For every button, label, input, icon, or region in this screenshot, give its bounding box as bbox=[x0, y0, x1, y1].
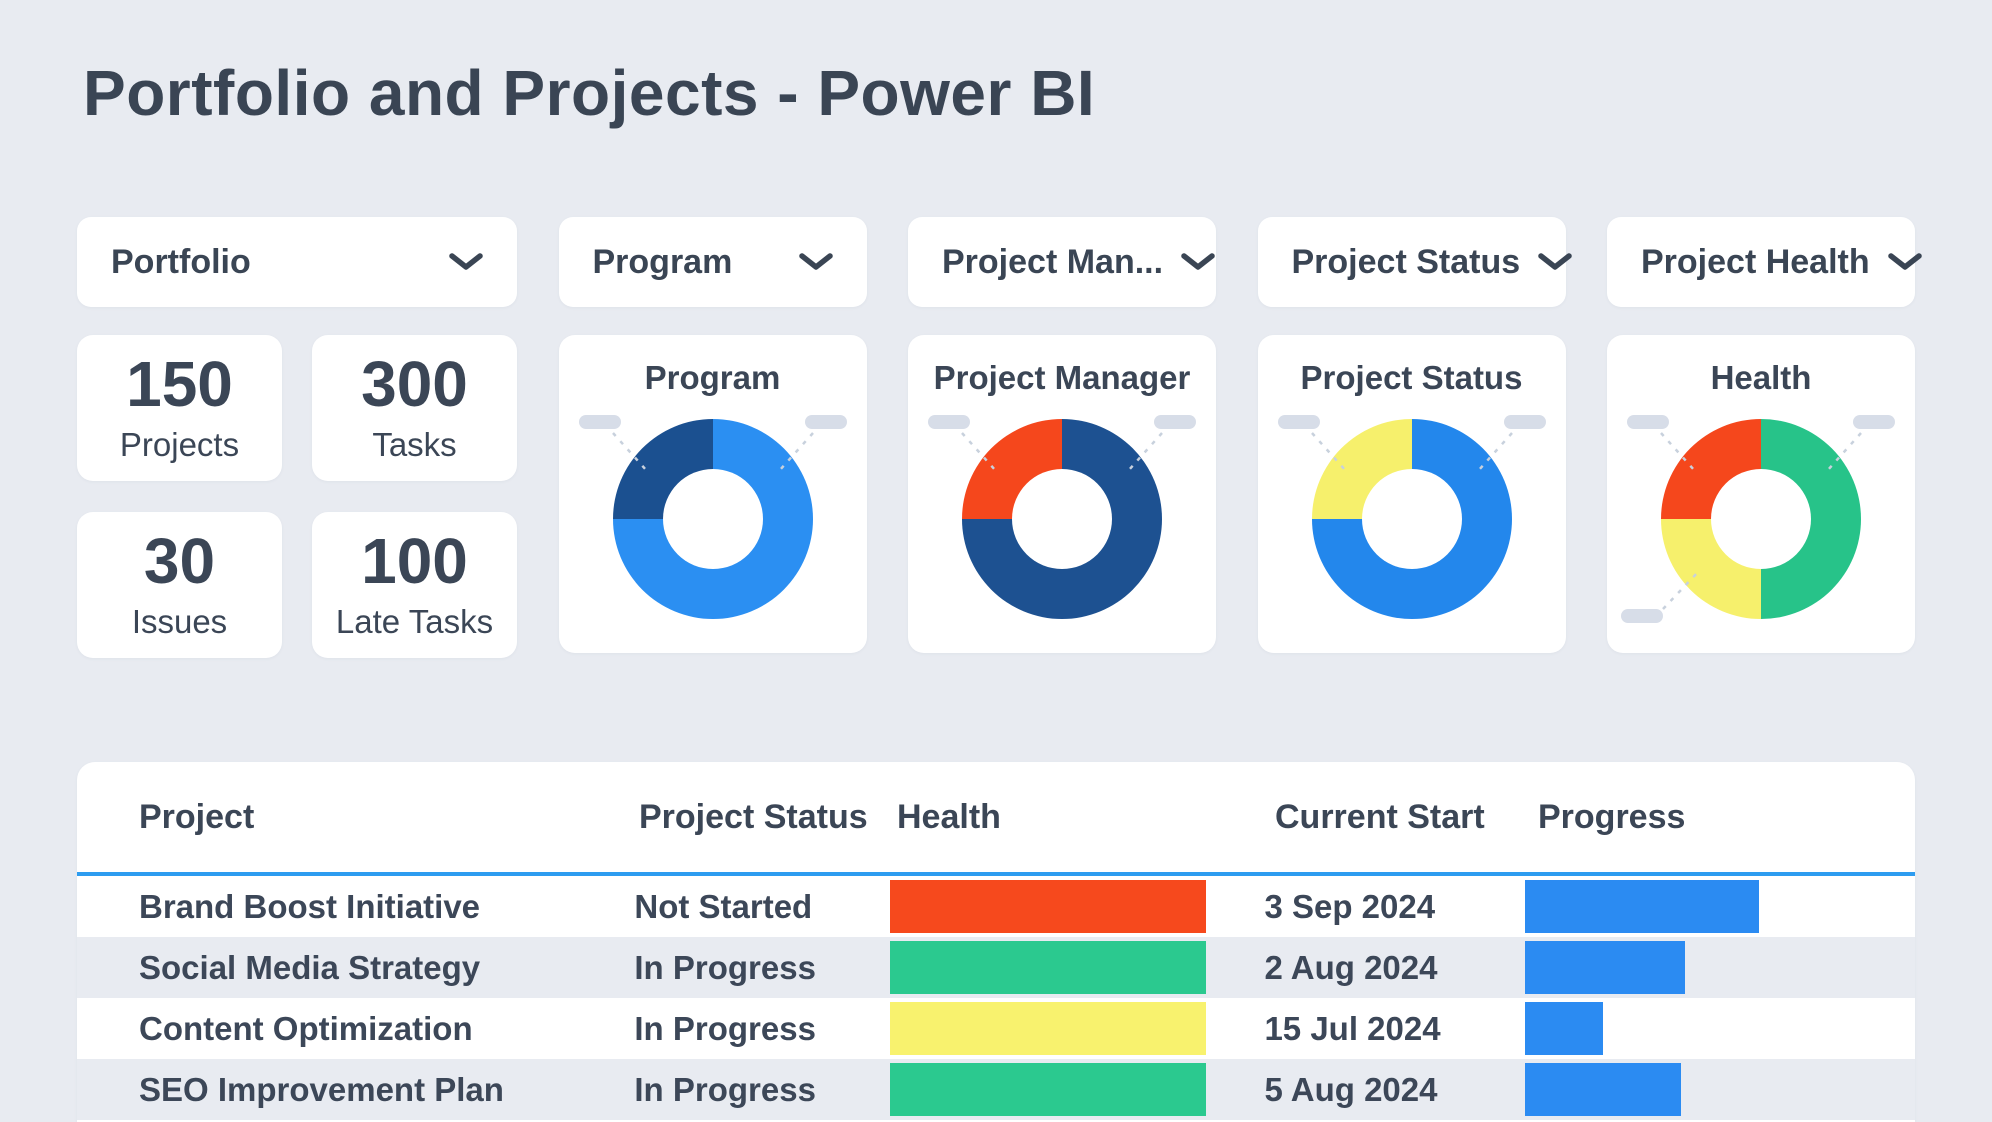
cell-project: Social Media Strategy bbox=[139, 948, 481, 986]
filter-project-health[interactable]: Project Health bbox=[1607, 217, 1922, 307]
progress-bar bbox=[1525, 880, 1760, 933]
chevron-down-icon bbox=[1887, 253, 1922, 270]
donut-title-project-status: Project Status bbox=[1300, 359, 1523, 396]
projects-table: Project Project Status Health Current St… bbox=[77, 762, 1915, 1122]
kpi-projects-label: Projects bbox=[119, 426, 240, 463]
callout-pill bbox=[1853, 415, 1895, 429]
table-row[interactable]: Brand Boost Initiative Not Started 3 Sep… bbox=[77, 876, 1915, 937]
filter-project-manager[interactable]: Project Man... bbox=[908, 217, 1216, 307]
kpi-tasks-label: Tasks bbox=[372, 426, 457, 463]
column-header-progress: Progress bbox=[1538, 797, 1686, 836]
cell-project: SEO Improvement Plan bbox=[139, 1070, 504, 1108]
kpi-issues: 30 Issues bbox=[77, 512, 282, 658]
program-donut-chart[interactable] bbox=[612, 419, 813, 619]
callout-pill bbox=[1154, 415, 1196, 429]
kpi-late-tasks-label: Late Tasks bbox=[335, 603, 494, 640]
kpi-projects-value: 150 bbox=[126, 348, 233, 420]
filter-project-manager-label: Project Man... bbox=[942, 242, 1164, 281]
chevron-down-icon bbox=[449, 253, 483, 270]
donut-title-project-manager: Project Manager bbox=[933, 359, 1191, 396]
filter-program[interactable]: Program bbox=[558, 217, 867, 307]
filter-program-label: Program bbox=[592, 242, 733, 281]
kpi-grid: 150 Projects 300 Tasks 30 Issues 100 Lat… bbox=[77, 335, 517, 658]
table-row[interactable]: Content Optimization In Progress 15 Jul … bbox=[77, 998, 1915, 1059]
health-donut-chart[interactable] bbox=[1661, 419, 1861, 619]
donut-card-project-manager: Project Manager bbox=[908, 335, 1216, 653]
project-status-donut-chart[interactable] bbox=[1311, 419, 1512, 619]
donut-card-project-status: Project Status bbox=[1257, 335, 1566, 653]
filter-project-status[interactable]: Project Status bbox=[1257, 217, 1572, 307]
summary-row: 150 Projects 300 Tasks 30 Issues 100 Lat… bbox=[77, 335, 1915, 658]
column-header-current-start: Current Start bbox=[1275, 797, 1485, 836]
callout-pill bbox=[804, 415, 847, 429]
health-bar bbox=[889, 1063, 1206, 1116]
table-header-row: Project Project Status Health Current St… bbox=[77, 762, 1915, 872]
page-title: Portfolio and Projects - Power BI bbox=[83, 57, 1096, 129]
kpi-issues-value: 30 bbox=[143, 525, 216, 597]
project-manager-donut-chart[interactable] bbox=[962, 419, 1162, 619]
table-row[interactable]: SEO Improvement Plan In Progress 5 Aug 2… bbox=[77, 1059, 1915, 1120]
health-bar bbox=[889, 1002, 1206, 1055]
donut-title-health: Health bbox=[1710, 359, 1812, 396]
filter-portfolio[interactable]: Portfolio bbox=[77, 217, 517, 307]
chevron-down-icon bbox=[798, 253, 833, 270]
cell-current-start: 2 Aug 2024 bbox=[1264, 948, 1438, 986]
cell-current-start: 5 Aug 2024 bbox=[1264, 1070, 1438, 1108]
kpi-tasks: 300 Tasks bbox=[312, 335, 517, 481]
filter-portfolio-label: Portfolio bbox=[111, 242, 251, 281]
donut-card-program: Program bbox=[558, 335, 867, 653]
callout-pill bbox=[1627, 415, 1669, 429]
filter-project-status-label: Project Status bbox=[1291, 242, 1521, 281]
kpi-late-tasks: 100 Late Tasks bbox=[312, 512, 517, 658]
donut-card-health: Health bbox=[1607, 335, 1915, 653]
filter-project-health-label: Project Health bbox=[1641, 242, 1870, 281]
filter-bar: Portfolio Program Project Man... Project… bbox=[77, 217, 1922, 307]
donut-title-program: Program bbox=[644, 359, 781, 396]
chevron-down-icon bbox=[1538, 253, 1572, 270]
column-header-project: Project bbox=[139, 797, 255, 836]
chevron-down-icon bbox=[1181, 253, 1215, 270]
health-bar bbox=[889, 941, 1206, 994]
column-header-project-status: Project Status bbox=[639, 797, 868, 836]
kpi-tasks-value: 300 bbox=[361, 348, 468, 420]
health-bar bbox=[889, 880, 1206, 933]
cell-current-start: 15 Jul 2024 bbox=[1264, 1009, 1441, 1047]
callout-pill bbox=[578, 415, 621, 429]
callout-pill bbox=[1503, 415, 1546, 429]
callout-pill bbox=[928, 415, 970, 429]
callout-pill bbox=[1621, 609, 1663, 623]
progress-bar bbox=[1525, 941, 1685, 994]
cell-status: Not Started bbox=[634, 887, 813, 925]
power-bi-dashboard: { "page": { "title": "Portfolio and Proj… bbox=[0, 0, 1992, 1122]
cell-current-start: 3 Sep 2024 bbox=[1264, 887, 1436, 925]
cell-status: In Progress bbox=[634, 1009, 816, 1047]
cell-project: Content Optimization bbox=[139, 1009, 473, 1047]
kpi-issues-label: Issues bbox=[131, 603, 228, 640]
cell-status: In Progress bbox=[634, 1070, 816, 1108]
table-row[interactable]: Social Media Strategy In Progress 2 Aug … bbox=[77, 937, 1915, 998]
progress-bar bbox=[1525, 1002, 1604, 1055]
cell-project: Brand Boost Initiative bbox=[139, 887, 481, 925]
callout-pill bbox=[1277, 415, 1320, 429]
column-header-health: Health bbox=[897, 797, 1001, 836]
kpi-projects: 150 Projects bbox=[77, 335, 282, 481]
progress-bar bbox=[1525, 1063, 1682, 1116]
kpi-late-tasks-value: 100 bbox=[361, 525, 468, 597]
cell-status: In Progress bbox=[634, 948, 816, 986]
